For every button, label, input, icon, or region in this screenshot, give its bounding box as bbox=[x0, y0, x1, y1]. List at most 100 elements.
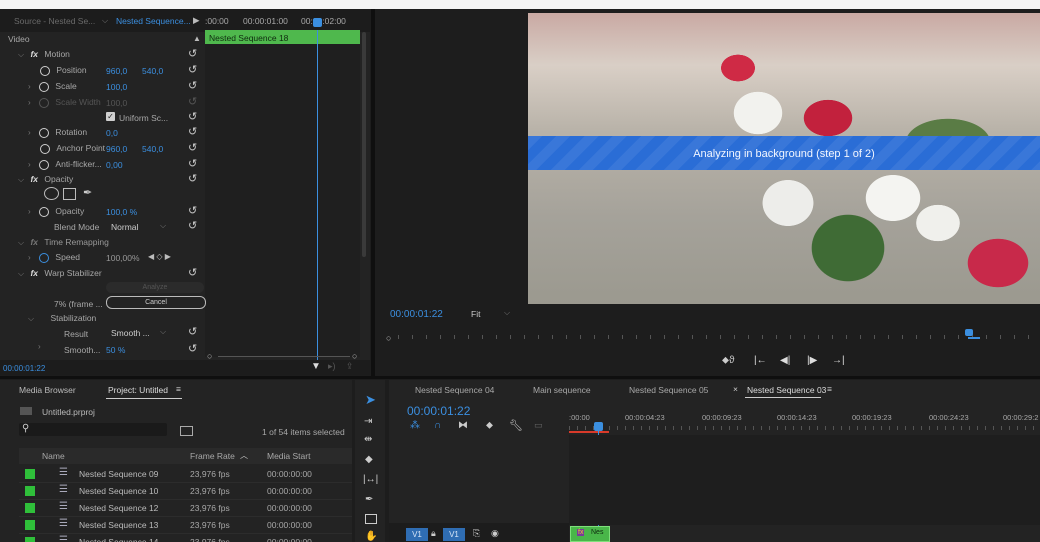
filter-icon[interactable]: ▼ bbox=[311, 361, 321, 372]
tab-nested-sequence-04[interactable]: Nested Sequence 04 bbox=[415, 385, 494, 395]
column-name[interactable]: Name bbox=[42, 451, 65, 461]
stopwatch-icon[interactable] bbox=[39, 81, 50, 92]
stabilization-row[interactable]: ⌵ Stabilization bbox=[28, 311, 96, 326]
reset-icon[interactable]: ↺ bbox=[188, 48, 200, 60]
blend-mode-select[interactable]: Normal bbox=[111, 222, 138, 232]
reset-icon[interactable]: ↺ bbox=[188, 326, 200, 338]
column-media-start[interactable]: Media Start bbox=[267, 451, 310, 461]
chevron-right-icon[interactable]: › bbox=[28, 128, 31, 137]
rectangle-mask-icon[interactable] bbox=[63, 188, 76, 200]
sync-lock-icon[interactable]: ⎘ bbox=[473, 528, 480, 539]
chevron-right-icon[interactable]: › bbox=[38, 342, 41, 351]
opacity-value[interactable]: 100,0 % bbox=[106, 207, 137, 217]
play-audio-icon[interactable]: ▸) bbox=[328, 361, 336, 372]
razor-tool-icon[interactable]: ◆ bbox=[365, 454, 373, 465]
captions-icon[interactable]: ▭ bbox=[534, 420, 543, 431]
rotation-value[interactable]: 0,0 bbox=[106, 128, 118, 138]
chevron-down-icon[interactable]: ⌵ bbox=[18, 269, 24, 278]
chevron-right-icon[interactable]: › bbox=[28, 253, 31, 262]
chevron-right-icon[interactable]: › bbox=[28, 160, 31, 169]
chevron-down-icon[interactable]: ⌵ bbox=[160, 327, 166, 337]
step-back-icon[interactable]: ◀| bbox=[780, 355, 790, 366]
add-marker-icon[interactable]: ⬥ bbox=[486, 420, 493, 431]
sort-ascending-icon[interactable]: ︿ bbox=[240, 450, 248, 461]
chevron-right-icon[interactable]: › bbox=[28, 82, 31, 91]
slip-tool-icon[interactable]: |↔| bbox=[363, 474, 378, 485]
timeline-clip[interactable]: fx Nes bbox=[570, 526, 610, 542]
table-row[interactable]: ☰ Nested Sequence 13 23,976 fps 00:00:00… bbox=[19, 517, 352, 534]
playhead-marker[interactable] bbox=[313, 18, 322, 27]
stopwatch-icon[interactable] bbox=[39, 159, 50, 170]
search-input[interactable] bbox=[19, 423, 167, 436]
reset-icon[interactable]: ↺ bbox=[188, 80, 200, 92]
position-x[interactable]: 960,0 bbox=[106, 66, 127, 76]
label-color-swatch[interactable] bbox=[25, 537, 35, 542]
position-y[interactable]: 540,0 bbox=[142, 66, 163, 76]
column-frame-rate[interactable]: Frame Rate bbox=[190, 451, 235, 461]
opacity-section-row[interactable]: ⌵ fx Opacity bbox=[18, 172, 73, 187]
anchor-x[interactable]: 960,0 bbox=[106, 144, 127, 154]
ellipse-mask-icon[interactable] bbox=[44, 187, 59, 200]
eye-icon[interactable]: ◉ bbox=[491, 528, 499, 539]
snap-icon[interactable]: ∩ bbox=[434, 420, 441, 431]
uniform-scale-checkbox[interactable]: ✓ bbox=[106, 112, 115, 121]
track-v1-target[interactable]: V1 bbox=[443, 528, 465, 541]
table-row[interactable]: ☰ Nested Sequence 09 23,976 fps 00:00:00… bbox=[19, 466, 352, 483]
panel-menu-icon[interactable]: ≡ bbox=[827, 384, 832, 394]
go-to-out-icon[interactable]: →| bbox=[832, 355, 845, 366]
effect-controls-timecode[interactable]: 00:00:01:22 bbox=[3, 364, 45, 373]
go-to-in-icon[interactable]: |← bbox=[754, 355, 767, 366]
program-video-frame[interactable]: Analyzing in background (step 1 of 2) bbox=[528, 13, 1040, 304]
anchor-y[interactable]: 540,0 bbox=[142, 144, 163, 154]
pen-icon[interactable]: ✒ bbox=[83, 186, 92, 199]
source-tab[interactable]: Source - Nested Se... bbox=[14, 16, 95, 26]
smoothness-value[interactable]: 50 % bbox=[106, 345, 125, 355]
warp-stabilizer-row[interactable]: ⌵ fx Warp Stabilizer bbox=[18, 266, 102, 281]
program-playhead[interactable] bbox=[965, 329, 973, 336]
label-color-swatch[interactable] bbox=[25, 486, 35, 496]
reset-icon[interactable]: ↺ bbox=[188, 205, 200, 217]
export-icon[interactable]: ⇪ bbox=[346, 361, 354, 372]
tab-media-browser[interactable]: Media Browser bbox=[19, 385, 76, 395]
tab-nested-sequence-05[interactable]: Nested Sequence 05 bbox=[629, 385, 708, 395]
chevron-right-icon[interactable]: › bbox=[28, 207, 31, 216]
linked-selection-icon[interactable]: ⧓ bbox=[458, 420, 468, 431]
tab-main-sequence[interactable]: Main sequence bbox=[533, 385, 591, 395]
label-color-swatch[interactable] bbox=[25, 520, 35, 530]
wrench-icon[interactable]: 🔧︎ bbox=[509, 419, 523, 432]
play-icon[interactable]: ▶ bbox=[193, 15, 200, 26]
add-marker-icon[interactable]: ⬥ϑ bbox=[722, 355, 734, 366]
step-forward-icon[interactable]: |▶ bbox=[807, 355, 817, 366]
close-icon[interactable]: × bbox=[733, 384, 738, 394]
table-row[interactable]: ☰ Nested Sequence 10 23,976 fps 00:00:00… bbox=[19, 483, 352, 500]
stopwatch-icon[interactable] bbox=[39, 206, 50, 217]
antiflicker-value[interactable]: 0,00 bbox=[106, 160, 123, 170]
nest-toggle-icon[interactable]: ⁂ bbox=[410, 420, 420, 431]
reset-icon[interactable]: ↺ bbox=[188, 158, 200, 170]
speed-value[interactable]: 100,00% bbox=[106, 253, 140, 263]
reset-icon[interactable]: ↺ bbox=[188, 220, 200, 232]
chevron-down-icon[interactable]: ⌵ bbox=[18, 175, 24, 184]
stopwatch-icon[interactable] bbox=[40, 65, 50, 76]
chevron-down-icon[interactable]: ⌵ bbox=[504, 308, 510, 318]
lock-icon[interactable]: 🔒︎ bbox=[431, 528, 436, 539]
label-color-swatch[interactable] bbox=[25, 469, 35, 479]
reset-icon[interactable]: ↺ bbox=[188, 126, 200, 138]
keyframe-nav-icon[interactable]: ◀ ◇ ▶ bbox=[148, 252, 171, 261]
panel-menu-icon[interactable]: ≡ bbox=[176, 384, 181, 394]
selection-tool-icon[interactable]: ➤ bbox=[365, 392, 376, 408]
chevron-down-icon[interactable]: ⌵ bbox=[102, 16, 108, 26]
stopwatch-icon[interactable] bbox=[40, 143, 50, 154]
ripple-edit-tool-icon[interactable]: ⇹ bbox=[364, 434, 372, 445]
track-select-tool-icon[interactable]: ⇥ bbox=[364, 416, 372, 427]
stopwatch-icon[interactable] bbox=[39, 127, 50, 138]
active-sequence-tab[interactable]: Nested Sequence... bbox=[116, 16, 191, 26]
label-color-swatch[interactable] bbox=[25, 503, 35, 513]
table-row[interactable]: ☰ Nested Sequence 14 23,976 fps 00:00:00… bbox=[19, 534, 352, 542]
track-v1-source[interactable]: V1 bbox=[406, 528, 428, 541]
reset-icon[interactable]: ↺ bbox=[188, 343, 200, 355]
chevron-down-icon[interactable]: ⌵ bbox=[28, 314, 34, 323]
scale-value[interactable]: 100,0 bbox=[106, 82, 127, 92]
reset-icon[interactable]: ↺ bbox=[188, 64, 200, 76]
program-timecode[interactable]: 00:00:01:22 bbox=[390, 309, 443, 320]
